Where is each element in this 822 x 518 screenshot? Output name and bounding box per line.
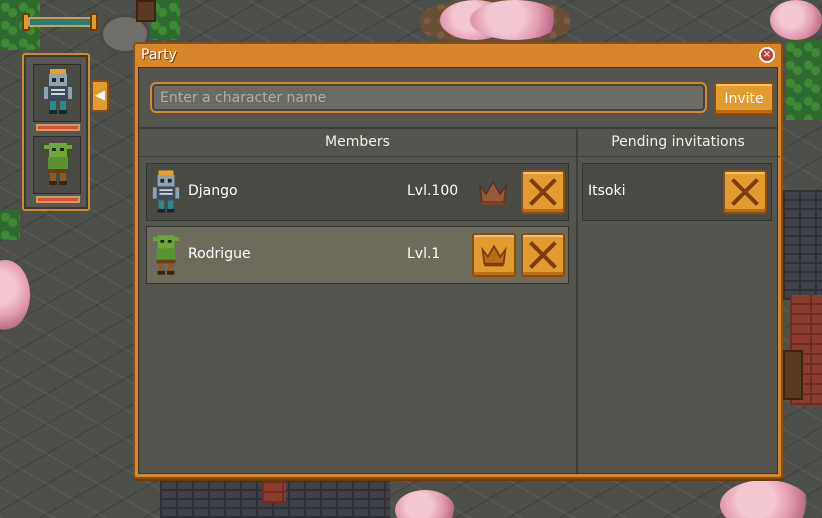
crown-icon [478,180,508,205]
x-icon [731,178,759,206]
members-header: Members [325,134,390,150]
skeleton-avatar-icon [152,170,180,213]
x-icon [529,241,557,269]
close-icon[interactable]: × [759,47,775,63]
member-level: Lvl.1 [407,246,441,262]
skeleton-portrait-icon [44,69,72,114]
pending-row-itsoki[interactable]: Itsoki [582,163,772,221]
pending-header: Pending invitations [611,134,745,150]
member-row-rodrigue[interactable]: Rodrigue Lvl.1 [146,226,569,284]
invite-button[interactable]: Invite [714,82,774,115]
pending-name: Itsoki [588,183,626,199]
kick-button[interactable] [521,233,565,277]
divider [139,156,576,157]
title-bar[interactable]: Party × [135,44,781,66]
orc-portrait-icon [44,143,72,185]
divider [578,156,780,157]
party-side-panel [22,53,90,211]
window-body: Invite Members Pending invitations Djang… [138,67,780,474]
member-level: Lvl.100 [407,183,459,199]
cancel-invite-button[interactable] [723,170,767,214]
collapse-arrow-icon[interactable]: ◀ [91,80,109,112]
side-hp-bar [36,196,80,203]
divider [139,127,777,129]
side-slot-django[interactable] [33,64,81,131]
member-name: Django [188,183,238,199]
side-slot-rodrigue[interactable] [33,136,81,203]
window-title: Party [141,47,177,63]
side-hp-bar [36,124,80,131]
x-icon [529,178,557,206]
promote-leader-button[interactable] [472,233,516,277]
member-name: Rodrigue [188,246,251,262]
column-divider [576,127,578,473]
orc-avatar-icon [152,235,180,275]
member-row-django[interactable]: Django Lvl.100 [146,163,569,221]
hud-mana-bar [22,12,98,32]
character-name-input[interactable] [150,82,707,113]
crown-icon [481,244,507,267]
party-window: Party × Invite Members Pending invitatio… [133,42,783,479]
kick-button[interactable] [521,170,565,214]
